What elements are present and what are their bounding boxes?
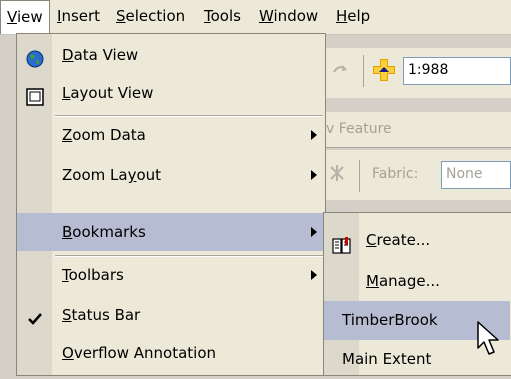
menu-item-zoom-layout[interactable]: Zoom Layout <box>17 156 325 194</box>
view-menu: Data View Layout View Zoom Data Zoom Lay… <box>16 33 326 376</box>
menu-selection[interactable]: Selection <box>110 0 191 34</box>
fabric-tool-icon[interactable] <box>328 164 346 182</box>
menu-item-bookmarks[interactable]: Bookmarks <box>17 213 325 251</box>
add-data-icon[interactable] <box>372 58 396 82</box>
menu-window[interactable]: Window <box>253 0 324 34</box>
submenu-item-manage[interactable]: Manage... <box>324 262 510 301</box>
feature-label: v Feature <box>326 121 392 137</box>
menu-view[interactable]: View <box>0 0 50 34</box>
submenu-arrow-icon <box>311 270 317 280</box>
toolbar-divider <box>324 147 511 148</box>
submenu-arrow-icon <box>311 130 317 140</box>
menu-item-zoom-data[interactable]: Zoom Data <box>17 116 325 154</box>
toolbar-separator <box>363 55 364 87</box>
globe-icon <box>25 45 45 68</box>
map-scale-input[interactable]: 1:988 <box>403 57 511 85</box>
mouse-pointer-icon <box>476 320 506 360</box>
fabric-label: Fabric: <box>372 166 419 182</box>
menu-tools[interactable]: Tools <box>198 0 247 34</box>
menu-help[interactable]: Help <box>330 0 376 34</box>
menu-bar: View Insert Selection Tools Window Help <box>0 0 511 35</box>
menu-insert[interactable]: Insert <box>51 0 106 34</box>
fabric-select[interactable]: None <box>441 161 511 189</box>
submenu-item-create[interactable]: Create... <box>324 221 510 260</box>
menu-item-toolbars[interactable]: Toolbars <box>17 256 325 294</box>
submenu-arrow-icon <box>311 170 317 180</box>
submenu-arrow-icon <box>311 227 317 237</box>
checkmark-icon <box>25 305 45 325</box>
redo-icon[interactable] <box>332 62 350 76</box>
menu-item-overflow-annotation[interactable]: Overflow Annotation <box>17 334 325 372</box>
menu-item-data-view[interactable]: Data View <box>17 36 325 74</box>
layout-page-icon <box>25 83 45 106</box>
toolbar-separator <box>359 160 360 192</box>
bookmark-create-icon <box>332 231 352 254</box>
menu-item-status-bar[interactable]: Status Bar <box>17 296 325 334</box>
menu-item-layout-view[interactable]: Layout View <box>17 74 325 112</box>
